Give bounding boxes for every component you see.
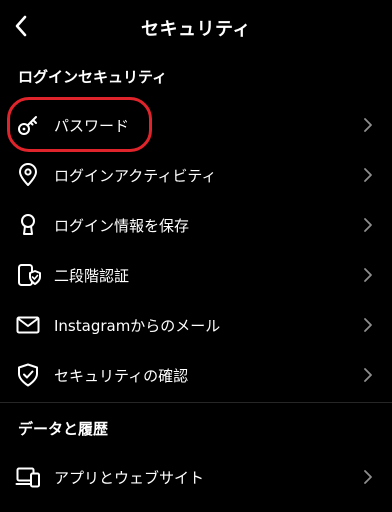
menu-item-label: パスワード [54,117,130,135]
section-title-data-history: データと履歴 [18,420,109,438]
menu-item-label: 二段階認証 [54,267,130,285]
menu-item-label: ログインアクティビティ [54,167,217,185]
chevron-right-icon [362,367,374,383]
menu-item-emails-from-instagram[interactable]: Instagramからのメール [0,300,392,350]
chevron-right-icon [362,217,374,233]
menu-item-label: セキュリティの確認 [54,367,189,385]
section-title-login-security: ログインセキュリティ [18,68,168,86]
chevron-right-icon [362,117,374,133]
menu-item-label: Instagramからのメール [54,317,221,335]
menu-item-security-checkup[interactable]: セキュリティの確認 [0,350,392,400]
menu-item-label: アプリとウェブサイト [54,469,205,487]
menu-item-save-login-info[interactable]: ログイン情報を保存 [0,200,392,250]
section-divider [0,402,392,403]
top-nav-bar: セキュリティ [0,0,392,54]
location-pin-icon [14,161,42,189]
mail-icon [14,311,42,339]
page-title: セキュリティ [141,19,251,40]
shield-check-icon [14,361,42,389]
devices-icon [14,463,42,491]
chevron-right-icon [362,317,374,333]
menu-item-two-factor-auth[interactable]: 二段階認証 [0,250,392,300]
menu-item-label: ログイン情報を保存 [54,217,190,235]
keyhole-icon [14,211,42,239]
security-screen: セキュリティ ログインセキュリティ パスワード ログインアクティビティ ログイン… [0,0,392,512]
menu-item-login-activity[interactable]: ログインアクティビティ [0,150,392,200]
chevron-right-icon [362,267,374,283]
menu-item-apps-and-websites[interactable]: アプリとウェブサイト [0,452,392,502]
chevron-right-icon [362,167,374,183]
shield-phone-icon [14,261,42,289]
chevron-right-icon [362,469,374,485]
menu-item-password[interactable]: パスワード [0,100,392,150]
key-icon [14,111,42,139]
